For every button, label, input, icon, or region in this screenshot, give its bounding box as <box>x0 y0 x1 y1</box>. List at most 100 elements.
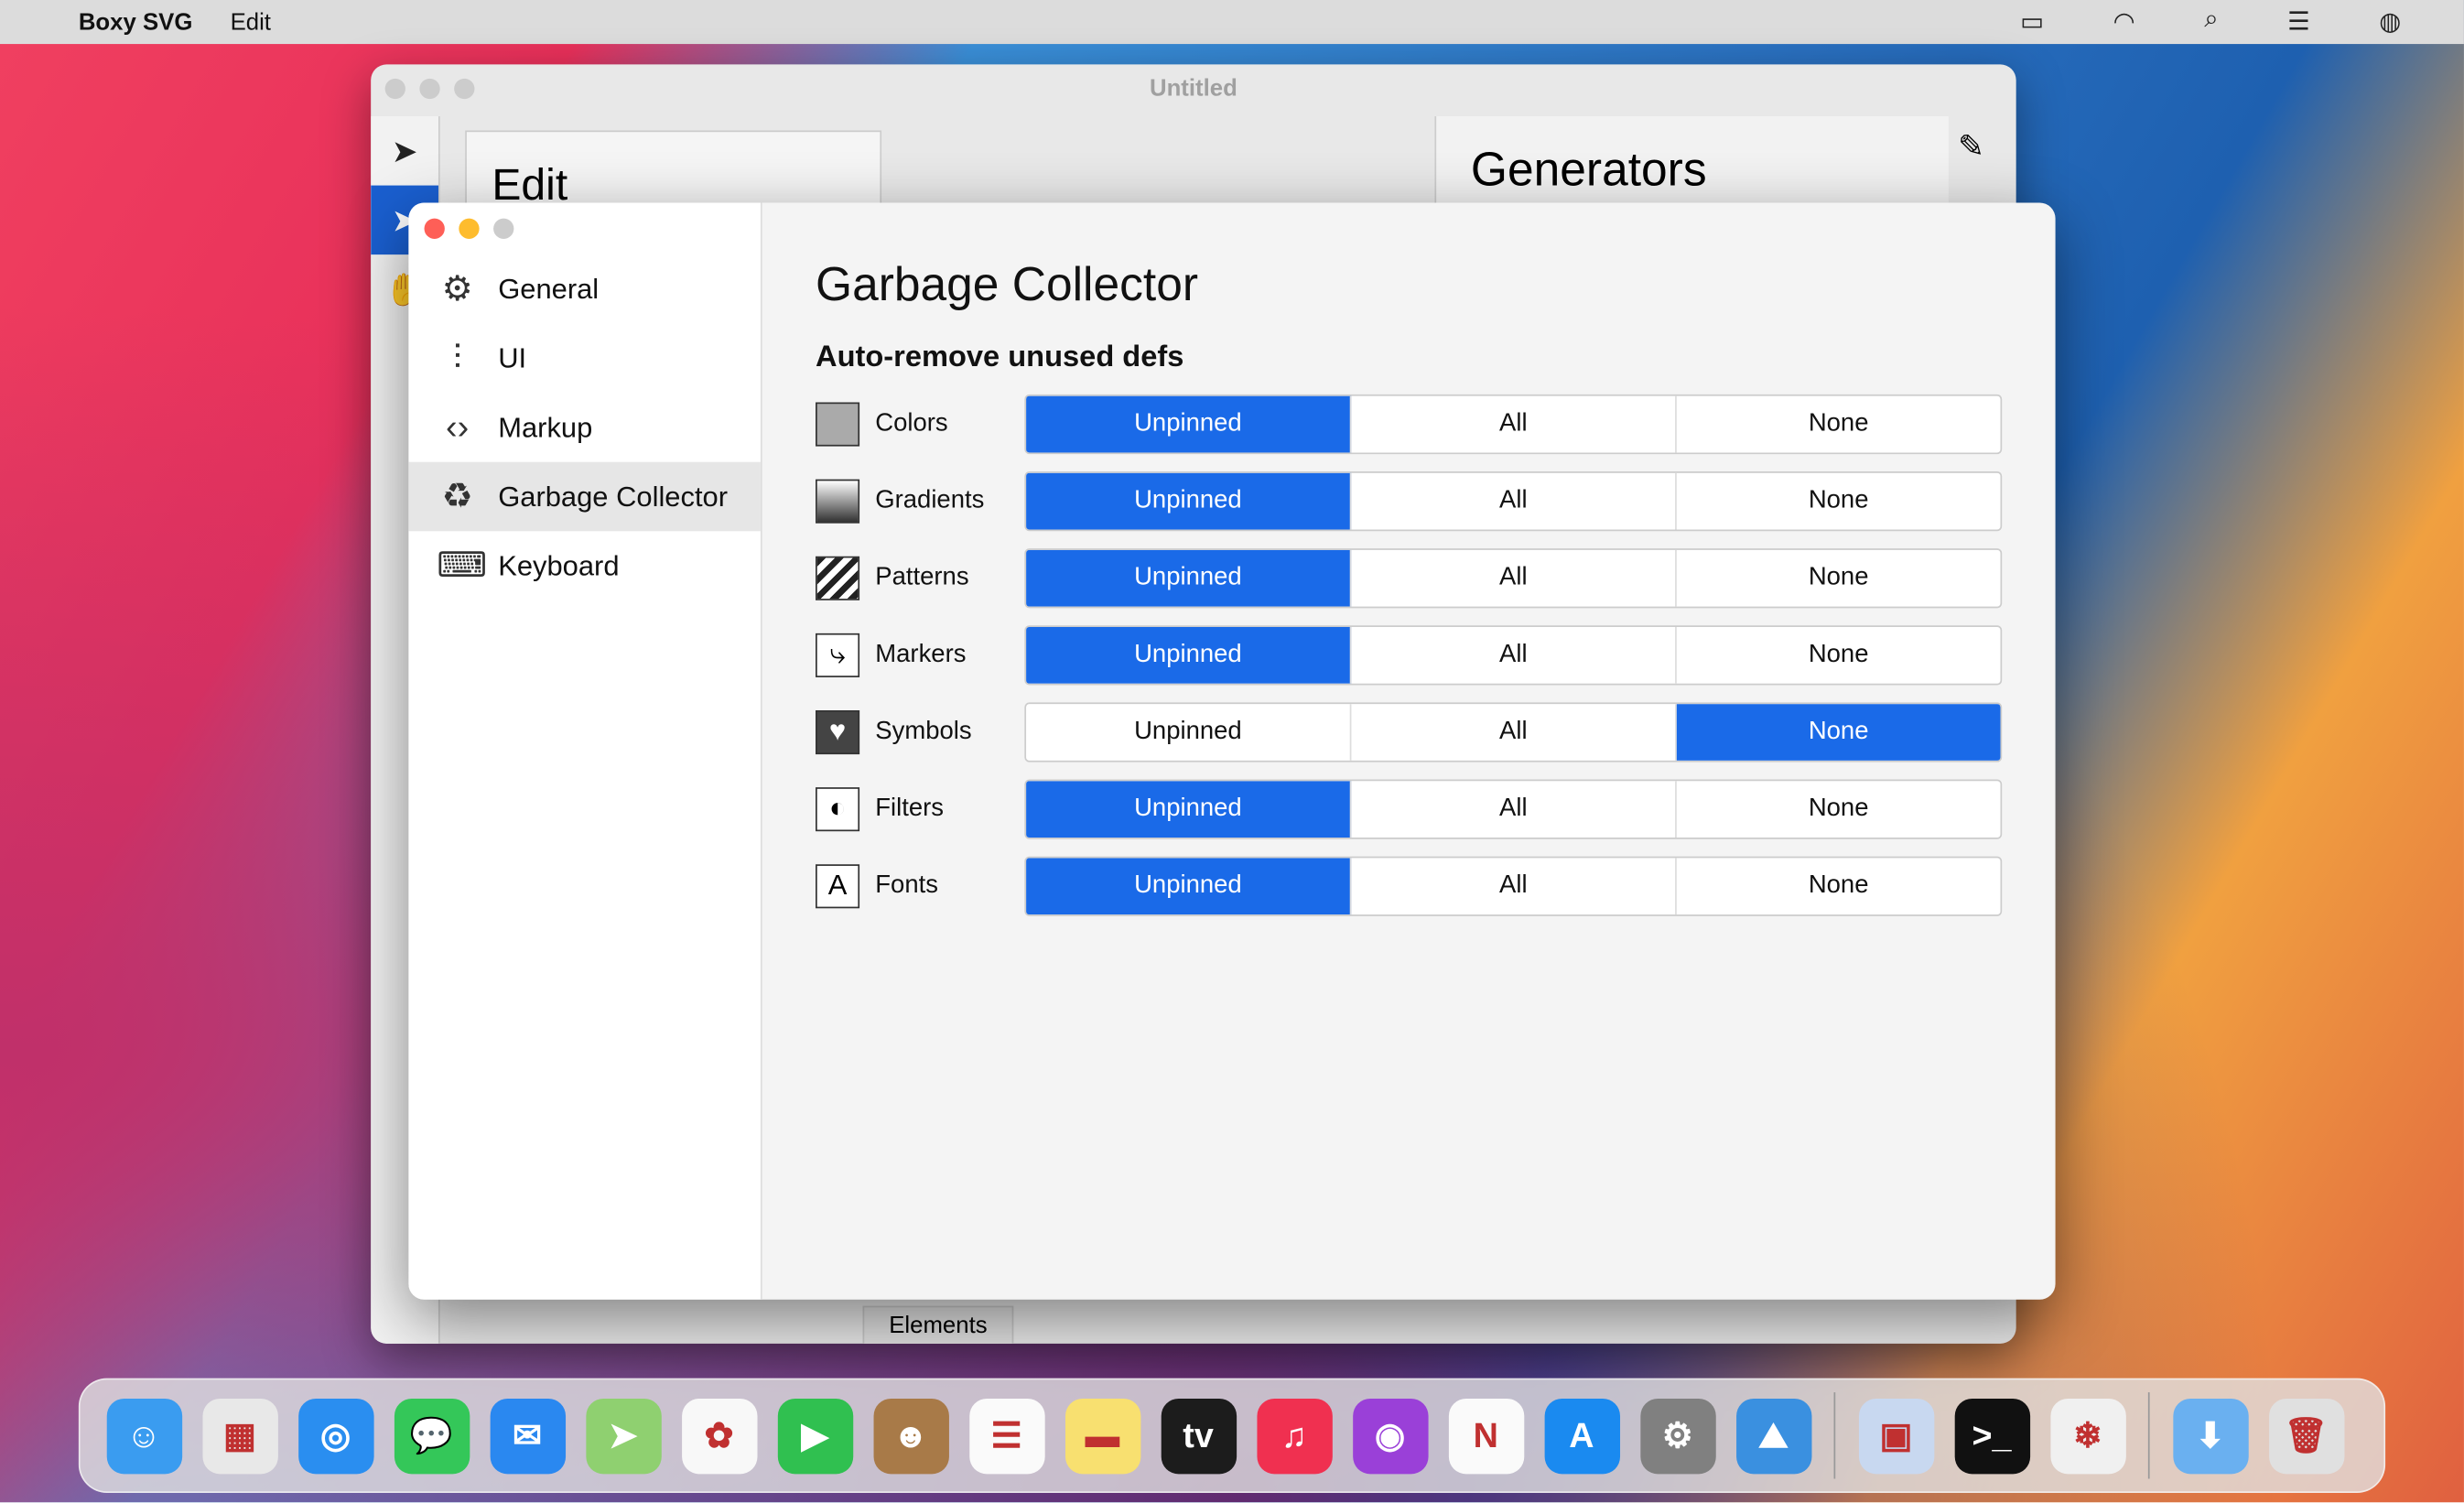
dialog-zoom-button[interactable] <box>493 218 514 239</box>
row-patterns: Patterns Unpinned All None <box>816 547 2010 608</box>
music-icon[interactable]: ♫ <box>1256 1398 1332 1474</box>
row-label: Fonts <box>875 870 938 899</box>
dialog-close-button[interactable] <box>424 218 445 239</box>
sidebar-item-keyboard[interactable]: ⌨ Keyboard <box>408 531 761 600</box>
option-none[interactable]: None <box>1677 780 2001 837</box>
podcasts-icon[interactable]: ◉ <box>1352 1398 1428 1474</box>
facetime-icon[interactable]: ▶ <box>776 1398 853 1474</box>
downloads-icon[interactable]: ⬇ <box>2172 1398 2248 1474</box>
segmented-control[interactable]: Unpinned All None <box>1024 855 2003 916</box>
segmented-control[interactable]: Unpinned All None <box>1024 778 2003 838</box>
page-title: Garbage Collector <box>816 259 1199 311</box>
option-unpinned[interactable]: Unpinned <box>1026 549 1352 606</box>
section-title: Auto-remove unused defs <box>816 341 1184 374</box>
gradient-icon <box>816 478 860 523</box>
trash-icon[interactable]: 🗑 <box>2268 1398 2344 1474</box>
sidebar-item-markup[interactable]: ‹› Markup <box>408 393 761 462</box>
photos-icon[interactable]: ✿ <box>681 1398 757 1474</box>
menu-app-name[interactable]: Boxy SVG <box>79 8 193 35</box>
finder-icon[interactable]: ☺ <box>105 1398 182 1474</box>
option-all[interactable]: All <box>1351 471 1677 529</box>
preferences-dialog: ⚙ General ⫶ UI ‹› Markup ♻ Garbage Collector ⌨ Ke… <box>408 202 2056 1300</box>
display-icon[interactable]: ▭ <box>2020 6 2044 38</box>
option-unpinned[interactable]: Unpinned <box>1026 703 1352 761</box>
segmented-control[interactable]: Unpinned All None <box>1024 547 2003 608</box>
pattern-icon <box>816 555 860 600</box>
preferences-sidebar: ⚙ General ⫶ UI ‹› Markup ♻ Garbage Collector ⌨ Ke… <box>408 202 762 1300</box>
font-icon: A <box>816 863 860 908</box>
select-tool-icon[interactable]: ➤ <box>371 116 438 186</box>
menu-bar: Boxy SVG Edit ▭ ◠ ⌕ ☰ ◍ <box>0 0 2464 45</box>
segmented-control[interactable]: Unpinned All None <box>1024 470 2003 531</box>
row-gradients: Gradients Unpinned All None <box>816 470 2010 531</box>
option-none[interactable]: None <box>1677 626 2001 683</box>
recycle-icon: ♻ <box>441 476 473 516</box>
sidebar-item-label: Markup <box>498 410 593 443</box>
row-label: Markers <box>875 640 967 667</box>
brush-icon[interactable]: ✎ <box>1958 127 1984 167</box>
option-all[interactable]: All <box>1351 703 1677 761</box>
option-unpinned[interactable]: Unpinned <box>1026 471 1352 529</box>
sidebar-item-ui[interactable]: ⫶ UI <box>408 324 761 394</box>
row-label: Filters <box>875 794 945 822</box>
option-none[interactable]: None <box>1677 395 2001 452</box>
heart-symbol-icon: ♥ <box>816 709 860 754</box>
dialog-minimize-button[interactable] <box>459 218 480 239</box>
option-all[interactable]: All <box>1351 395 1677 452</box>
sidebar-item-general[interactable]: ⚙ General <box>408 254 761 324</box>
notes-icon[interactable]: ▬ <box>1064 1398 1140 1474</box>
mountain-app-icon[interactable]: ⛰ <box>1735 1398 1811 1474</box>
option-none[interactable]: None <box>1677 549 2001 606</box>
keyboard-icon: ⌨ <box>437 545 487 585</box>
segmented-control[interactable]: Unpinned All None <box>1024 701 2003 762</box>
option-all[interactable]: All <box>1351 626 1677 683</box>
app-store-icon[interactable]: A <box>1543 1398 1620 1474</box>
mail-icon[interactable]: ✉ <box>489 1398 566 1474</box>
tab-elements[interactable]: Elements <box>862 1305 1014 1344</box>
segmented-control[interactable]: Unpinned All None <box>1024 624 2003 685</box>
control-center-icon[interactable]: ☰ <box>2287 6 2310 38</box>
reminders-icon[interactable]: ☰ <box>968 1398 1044 1474</box>
terminal-icon[interactable]: >_ <box>1953 1398 2030 1474</box>
option-unpinned[interactable]: Unpinned <box>1026 857 1352 914</box>
desktop: Boxy SVG Edit ▭ ◠ ⌕ ☰ ◍ Untitled ➤ ➤ ✋ E… <box>0 0 2464 1503</box>
news-icon[interactable]: N <box>1448 1398 1524 1474</box>
window-title: Untitled <box>1149 75 1237 103</box>
contacts-icon[interactable]: ☻ <box>872 1398 949 1474</box>
option-none[interactable]: None <box>1677 858 2001 914</box>
option-unpinned[interactable]: Unpinned <box>1026 626 1352 683</box>
option-all[interactable]: All <box>1351 857 1677 914</box>
option-none[interactable]: None <box>1676 703 2001 761</box>
boxy-svg-icon[interactable]: ❄ <box>2049 1398 2125 1474</box>
search-icon[interactable]: ⌕ <box>2204 6 2218 38</box>
row-colors: Colors Unpinned All None <box>816 394 2010 454</box>
option-unpinned[interactable]: Unpinned <box>1026 395 1352 452</box>
safari-icon[interactable]: ◎ <box>297 1398 373 1474</box>
siri-icon[interactable]: ◍ <box>2379 6 2401 38</box>
dock-separator <box>1833 1392 1836 1479</box>
menu-edit[interactable]: Edit <box>231 8 271 35</box>
system-preferences-icon[interactable]: ⚙ <box>1639 1398 1715 1474</box>
sidebar-item-garbage-collector[interactable]: ♻ Garbage Collector <box>408 461 761 532</box>
option-all[interactable]: All <box>1351 549 1677 606</box>
preview-icon[interactable]: ▣ <box>1858 1398 1934 1474</box>
option-unpinned[interactable]: Unpinned <box>1026 780 1352 838</box>
sidebar-item-label: Garbage Collector <box>498 480 729 512</box>
row-label: Colors <box>875 409 948 437</box>
dock-separator <box>2147 1392 2150 1479</box>
sidebar-item-label: General <box>498 272 600 305</box>
maps-icon[interactable]: ➤ <box>585 1398 661 1474</box>
messages-icon[interactable]: 💬 <box>394 1398 470 1474</box>
launchpad-icon[interactable]: ▦ <box>201 1398 278 1474</box>
gear-icon: ⚙ <box>441 268 473 308</box>
wifi-icon[interactable]: ◠ <box>2113 6 2135 38</box>
sliders-icon: ⫶ <box>452 338 462 378</box>
row-label: Symbols <box>875 717 972 744</box>
marker-icon: ⤷ <box>816 633 860 677</box>
option-all[interactable]: All <box>1351 780 1677 838</box>
segmented-control[interactable]: Unpinned All None <box>1024 394 2003 454</box>
tv-icon[interactable]: tv <box>1160 1398 1237 1474</box>
color-swatch-icon <box>816 401 860 446</box>
row-fonts: A Fonts Unpinned All None <box>816 855 2010 916</box>
option-none[interactable]: None <box>1677 472 2001 529</box>
